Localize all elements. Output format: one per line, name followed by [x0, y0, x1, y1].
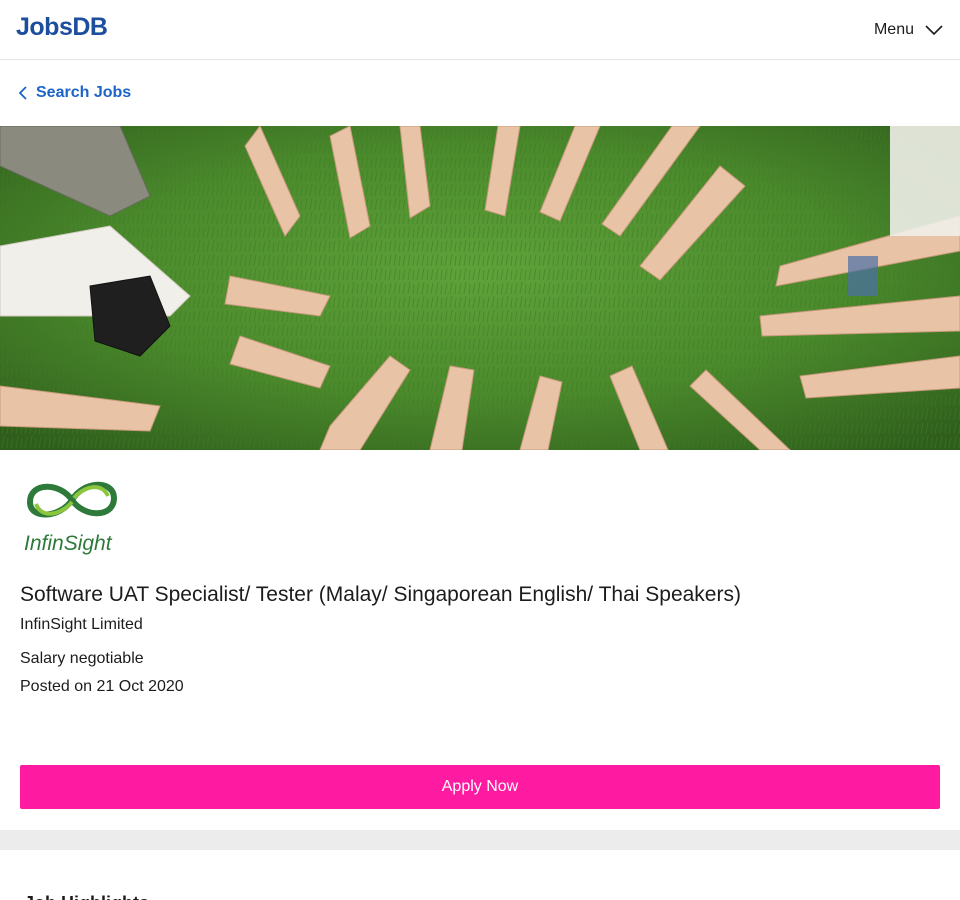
logo-wordmark: InfinSight [24, 532, 113, 555]
salary-text: Salary negotiable [20, 650, 144, 667]
menu-button[interactable]: Menu [874, 20, 944, 40]
menu-label: Menu [873, 20, 914, 38]
infinsight-logo: InfinSight [24, 481, 118, 555]
posted-date: Posted on 21 Oct 2020 [20, 678, 184, 695]
back-link-label: Search Jobs [36, 83, 132, 101]
company-name[interactable]: InfinSight Limited [20, 615, 940, 635]
chevron-down-icon [925, 24, 943, 35]
company-banner-image [0, 126, 960, 450]
jobsdb-logo[interactable]: JobsDB [16, 0, 108, 60]
apply-now-button[interactable]: Apply Now [20, 765, 940, 809]
section-divider [0, 830, 960, 850]
top-header: JobsDB Menu [0, 0, 960, 60]
breadcrumb: Search Jobs [0, 60, 960, 125]
logo-text: JobsDB [16, 13, 108, 41]
job-highlights-heading: Job Highlights [24, 892, 149, 900]
job-title: Software UAT Specialist/ Tester (Malay/ … [20, 583, 741, 606]
back-to-search-link[interactable]: Search Jobs [16, 84, 131, 102]
job-summary: InfinSight Software UAT Specialist/ Test… [20, 450, 940, 697]
chevron-left-icon [18, 85, 27, 100]
